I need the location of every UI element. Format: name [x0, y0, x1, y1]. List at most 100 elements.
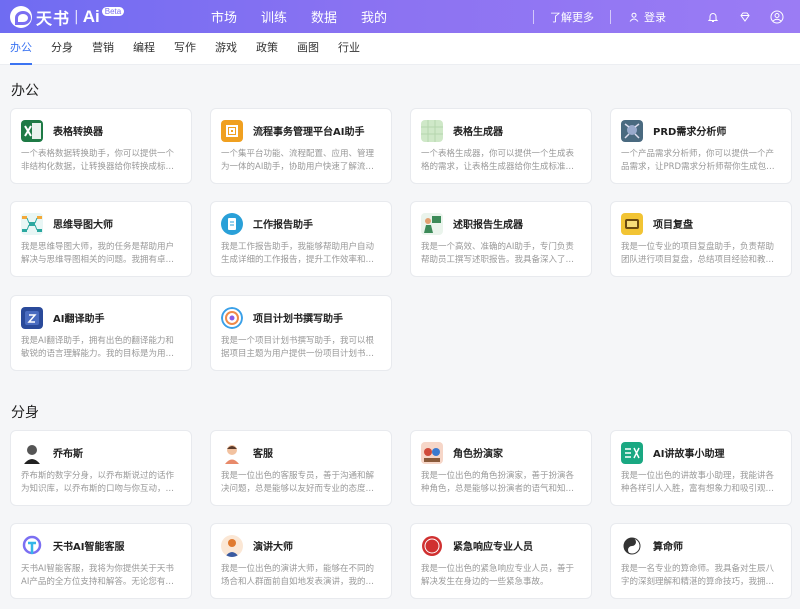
card-title: 表格转换器	[53, 127, 103, 138]
assistant-card[interactable]: 流程事务管理平台AI助手 一个集平台功能、流程配置、应用、管理为一体的AI助手，…	[210, 108, 392, 184]
card-title: 述职报告生成器	[453, 220, 523, 231]
card-title: 演讲大师	[253, 542, 293, 553]
assistant-card[interactable]: 客服 我是一位出色的客服专员，善于沟通和解决问题，总是能够以友好而专业的态度服务…	[210, 430, 392, 506]
tab-writing[interactable]: 写作	[174, 33, 196, 65]
presenter-icon	[421, 213, 443, 235]
avatar-icon[interactable]	[770, 10, 784, 24]
main-nav: 市场 训练 数据 我的	[211, 0, 411, 33]
agent-avatar-icon	[221, 442, 243, 464]
card-title: 紧急响应专业人员	[453, 542, 533, 553]
card-description: 我是一位出色的客服专员，善于沟通和解决问题，总是能够以友好而专业的态度服务...	[221, 471, 375, 494]
bell-icon[interactable]	[706, 10, 720, 24]
assistant-card[interactable]: 演讲大师 我是一位出色的演讲大师，能够在不同的场合和人群面前自如地发表演讲，我的…	[210, 523, 392, 599]
jobs-avatar-icon	[21, 442, 43, 464]
card-title: 角色扮演家	[453, 449, 503, 460]
nav-data[interactable]: 数据	[311, 7, 337, 26]
card-description: 我是一位出色的角色扮演家，善于扮演各种角色，总是能够以扮演者的语气和知识内...	[421, 471, 575, 494]
card-description: 一个表格数据转换助手，你可以提供一个非结构化数据，让转换器给你转换成标准csv.…	[21, 149, 175, 172]
card-description: 一个表格生成器，你可以提供一个生成表格的需求，让表格生成器给你生成标准的csv.…	[421, 149, 575, 172]
tab-policy[interactable]: 政策	[256, 33, 278, 65]
process-icon	[221, 120, 243, 142]
translate-icon	[21, 307, 43, 329]
card-description: 我是工作报告助手，我能够帮助用户自动生成详细的工作报告，提升工作效率和管理...	[221, 242, 375, 265]
assistant-card[interactable]: 述职报告生成器 我是一个高效、准确的AI助手，专门负责帮助员工撰写述职报告。我具…	[410, 201, 592, 277]
nav-training[interactable]: 训练	[261, 7, 287, 26]
tab-games[interactable]: 游戏	[215, 33, 237, 65]
card-title: AI翻译助手	[53, 314, 105, 325]
sos-icon	[421, 535, 443, 557]
assistant-card[interactable]: AI讲故事小助理 我是一位出色的讲故事小助理，我能讲各种各样引人入胜，富有想象力…	[610, 430, 792, 506]
assistant-card[interactable]: 乔布斯 乔布斯的数字分身，以乔布斯说过的话作为知识库，以乔布斯的口吻与你互动，提…	[10, 430, 192, 506]
category-tabs: 办公 分身 营销 编程 写作 游戏 政策 画图 行业	[0, 33, 800, 65]
card-description: 我是思维导图大师，我的任务是帮助用户解决与思维导图相关的问题。我拥有卓越的...	[21, 242, 175, 265]
card-title: 算命师	[653, 542, 683, 553]
assistant-card[interactable]: 紧急响应专业人员 我是一位出色的紧急响应专业人员，善于解决发生在身边的一些紧急事…	[410, 523, 592, 599]
tianshu-icon	[21, 535, 43, 557]
nav-market[interactable]: 市场	[211, 7, 237, 26]
speech-icon	[221, 535, 243, 557]
assistant-card[interactable]: 工作报告助手 我是工作报告助手，我能够帮助用户自动生成详细的工作报告，提升工作效…	[210, 201, 392, 277]
login-label: 登录	[644, 10, 666, 24]
login-button[interactable]: 登录	[627, 9, 666, 25]
mindmap-icon	[21, 213, 43, 235]
assistant-card[interactable]: PRD需求分析师 一个产品需求分析师，你可以提供一个产品需求，让PRD需求分析师…	[610, 108, 792, 184]
review-icon	[621, 213, 643, 235]
fortune-icon	[621, 535, 643, 557]
header-actions: 了解更多 登录	[533, 0, 800, 33]
card-description: 一个集平台功能、流程配置、应用、管理为一体的AI助手，协助用户快速了解流程平..…	[221, 149, 375, 172]
user-icon	[627, 10, 641, 24]
tab-coding[interactable]: 编程	[133, 33, 155, 65]
section-title-office: 办公	[11, 83, 39, 99]
card-title: 表格生成器	[453, 127, 503, 138]
plan-icon	[221, 307, 243, 329]
tab-marketing[interactable]: 营销	[92, 33, 114, 65]
card-description: 天书AI智能客服，我将为你提供关于天书AI产品的全方位支持和解答。无论您有任何.…	[21, 564, 174, 587]
card-title: PRD需求分析师	[653, 127, 727, 138]
assistant-card[interactable]: 角色扮演家 我是一位出色的角色扮演家，善于扮演各种角色，总是能够以扮演者的语气和…	[410, 430, 592, 506]
card-title: 项目复盘	[653, 220, 693, 231]
section-title-avatar: 分身	[11, 405, 39, 421]
story-icon	[621, 442, 643, 464]
assistant-card[interactable]: 算命师 我是一名专业的算命师。我具备对生辰八字的深刻理解和精湛的算命技巧，我拥有…	[610, 523, 792, 599]
top-navigation-bar: 天书 | Ai Beta 市场 训练 数据 我的 了解更多 登录	[0, 0, 800, 33]
card-title: AI讲故事小助理	[653, 449, 725, 460]
excel-icon	[21, 120, 43, 142]
tab-industry[interactable]: 行业	[338, 33, 360, 65]
card-description: 一个产品需求分析师，你可以提供一个产品需求，让PRD需求分析师帮你生成包括以..…	[621, 149, 775, 172]
nav-mine[interactable]: 我的	[361, 7, 387, 26]
prd-icon	[621, 120, 643, 142]
beta-badge: Beta	[101, 7, 125, 16]
card-title: 项目计划书撰写助手	[253, 314, 343, 325]
assistant-card[interactable]: AI翻译助手 我是AI翻译助手，拥有出色的翻译能力和敏锐的语言理解能力。我的目标…	[10, 295, 192, 371]
card-description: 我是一个高效、准确的AI助手，专门负责帮助员工撰写述职报告。我具备深入了解员..…	[421, 242, 575, 265]
learn-more-link[interactable]: 了解更多	[550, 9, 594, 25]
table-gen-icon	[421, 120, 443, 142]
card-description: 我是一位出色的紧急响应专业人员，善于解决发生在身边的一些紧急事故。	[421, 564, 575, 587]
card-description: 我是一位出色的讲故事小助理，我能讲各种各样引人入胜，富有想象力和吸引观众的...	[621, 471, 775, 494]
assistant-card[interactable]: 表格生成器 一个表格生成器，你可以提供一个生成表格的需求，让表格生成器给你生成标…	[410, 108, 592, 184]
card-title: 客服	[253, 449, 273, 460]
tab-drawing[interactable]: 画图	[297, 33, 319, 65]
tab-office[interactable]: 办公	[10, 33, 32, 65]
card-title: 思维导图大师	[53, 220, 113, 231]
assistant-card[interactable]: 天书AI智能客服 天书AI智能客服，我将为你提供关于天书AI产品的全方位支持和解…	[10, 523, 192, 599]
assistant-card[interactable]: 表格转换器 一个表格数据转换助手，你可以提供一个非结构化数据，让转换器给你转换成…	[10, 108, 192, 184]
brand-logo[interactable]: 天书 | Ai Beta	[10, 5, 125, 28]
assistant-card[interactable]: 项目复盘 我是一位专业的项目复盘助手，负责帮助团队进行项目复盘，总结项目经验和教…	[610, 201, 792, 277]
card-title: 流程事务管理平台AI助手	[253, 127, 365, 138]
divider	[533, 9, 534, 24]
diamond-icon[interactable]	[738, 10, 752, 24]
assistant-card[interactable]: 项目计划书撰写助手 我是一个项目计划书撰写助手，我可以根据项目主题为用户提供一份…	[210, 295, 392, 371]
roleplay-icon	[421, 442, 443, 464]
card-description: 我是一位出色的演讲大师，能够在不同的场合和人群面前自如地发表演讲，我的语言...	[221, 564, 375, 587]
brand-name: 天书	[36, 8, 71, 28]
divider	[610, 9, 611, 24]
card-description: 我是一位专业的项目复盘助手，负责帮助团队进行项目复盘，总结项目经验和教训，...	[621, 242, 775, 265]
brand-ai: Ai	[82, 6, 100, 26]
card-title: 乔布斯	[53, 449, 83, 460]
card-description: 我是一名专业的算命师。我具备对生辰八字的深刻理解和精湛的算命技巧，我拥有丰...	[621, 564, 775, 587]
brand-separator: |	[74, 8, 79, 25]
assistant-card[interactable]: 思维导图大师 我是思维导图大师，我的任务是帮助用户解决与思维导图相关的问题。我拥…	[10, 201, 192, 277]
tab-avatar[interactable]: 分身	[51, 33, 73, 65]
card-description: 乔布斯的数字分身，以乔布斯说过的话作为知识库，以乔布斯的口吻与你互动，提供...	[21, 471, 175, 494]
